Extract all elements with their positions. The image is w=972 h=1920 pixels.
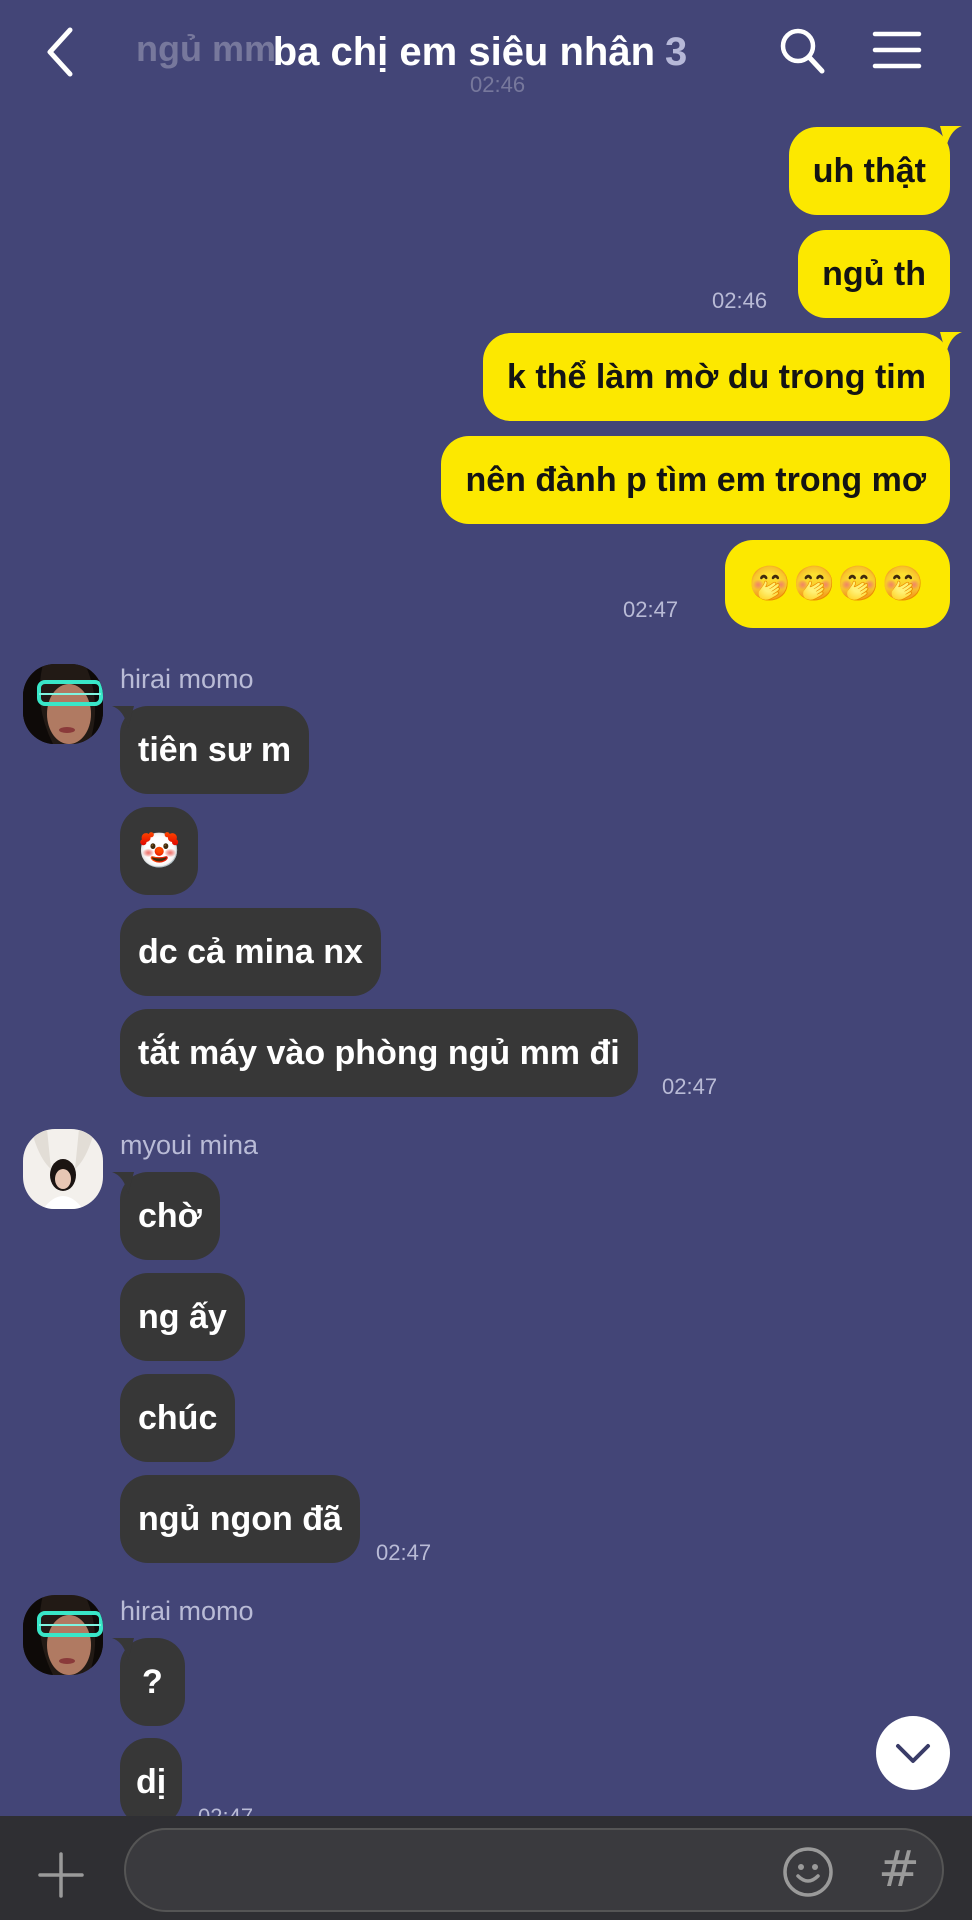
their-message-bubble[interactable]: dc cả mina nx	[120, 908, 381, 996]
message-composer: #	[0, 1816, 972, 1920]
chevron-left-icon[interactable]	[40, 24, 84, 80]
bubble-tail	[112, 1172, 134, 1194]
my-message-bubble[interactable]: k thể làm mờ du trong tim	[483, 333, 950, 421]
message-text: dị	[136, 1763, 167, 1801]
message-text: uh thật	[812, 152, 926, 190]
message-input-box[interactable]: #	[124, 1828, 944, 1912]
search-icon[interactable]	[778, 26, 826, 76]
message-time: 02:46	[712, 288, 768, 313]
sender-name: hirai momo	[120, 664, 254, 694]
message-text: chúc	[138, 1399, 218, 1437]
avatar-myoui-mina[interactable]	[23, 1129, 103, 1209]
avatar-hirai-momo[interactable]	[23, 664, 103, 744]
message-text: nên đành p tìm em trong mơ	[465, 461, 926, 499]
their-message-bubble[interactable]: chờ	[120, 1172, 220, 1260]
my-message-bubble[interactable]: uh thật	[788, 127, 950, 215]
sender-name: hirai momo	[120, 1596, 254, 1626]
message-time: 02:47	[623, 597, 679, 622]
message-time: 02:47	[662, 1074, 718, 1099]
message-text: 🤭🤭🤭🤭	[748, 564, 926, 604]
scroll-to-bottom-button[interactable]	[876, 1716, 950, 1790]
their-message-bubble[interactable]: ng ấy	[120, 1273, 245, 1361]
message-input[interactable]	[156, 1830, 780, 1912]
member-count: 3	[665, 30, 688, 74]
their-message-bubble[interactable]: tắt máy vào phòng ngủ mm đi	[120, 1009, 638, 1097]
message-text: ngủ ngon đã	[138, 1500, 342, 1538]
message-text: tắt máy vào phòng ngủ mm đi	[138, 1034, 620, 1072]
sender-name: myoui mina	[120, 1130, 259, 1160]
their-message-bubble[interactable]: chúc	[120, 1374, 236, 1462]
message-text: k thể làm mờ du trong tim	[507, 358, 926, 396]
message-text: tiên sư m	[138, 731, 292, 769]
avatar-hirai-momo[interactable]	[23, 1595, 103, 1675]
my-message-bubble[interactable]: ngủ th	[798, 230, 950, 318]
message-text: chờ	[138, 1197, 202, 1235]
message-text: ngủ th	[822, 255, 926, 293]
their-message-bubble[interactable]: ngủ ngon đã	[120, 1475, 360, 1563]
hashtag-icon[interactable]: #	[878, 1840, 920, 1898]
message-text: dc cả mina nx	[138, 933, 363, 971]
message-text: ?	[142, 1663, 163, 1701]
chat-title-text: ba chị em siêu nhân	[272, 30, 656, 74]
bubble-tail	[940, 332, 962, 354]
chat-title[interactable]: ba chị em siêu nhân 3	[130, 24, 830, 84]
bubble-tail	[940, 126, 962, 148]
chat-header: ngủ mm 02:46 ba chị em siêu nhân 3	[0, 0, 972, 104]
bubble-tail	[112, 1638, 134, 1660]
chevron-down-icon	[896, 1744, 930, 1763]
message-text: 🤡	[138, 831, 181, 871]
their-message-bubble[interactable]: dị	[120, 1738, 183, 1826]
my-message-bubble[interactable]: nên đành p tìm em trong mơ	[441, 436, 950, 524]
plus-icon[interactable]	[36, 1850, 86, 1900]
message-time: 02:47	[376, 1540, 432, 1565]
their-message-bubble[interactable]: 🤡	[120, 807, 199, 895]
bubble-tail	[112, 706, 134, 728]
their-message-bubble[interactable]: tiên sư m	[120, 706, 310, 794]
message-text: ng ấy	[138, 1298, 227, 1336]
hamburger-menu-icon[interactable]	[872, 28, 922, 72]
my-message-bubble[interactable]: 🤭🤭🤭🤭	[724, 540, 950, 628]
smiley-icon[interactable]	[782, 1846, 834, 1898]
